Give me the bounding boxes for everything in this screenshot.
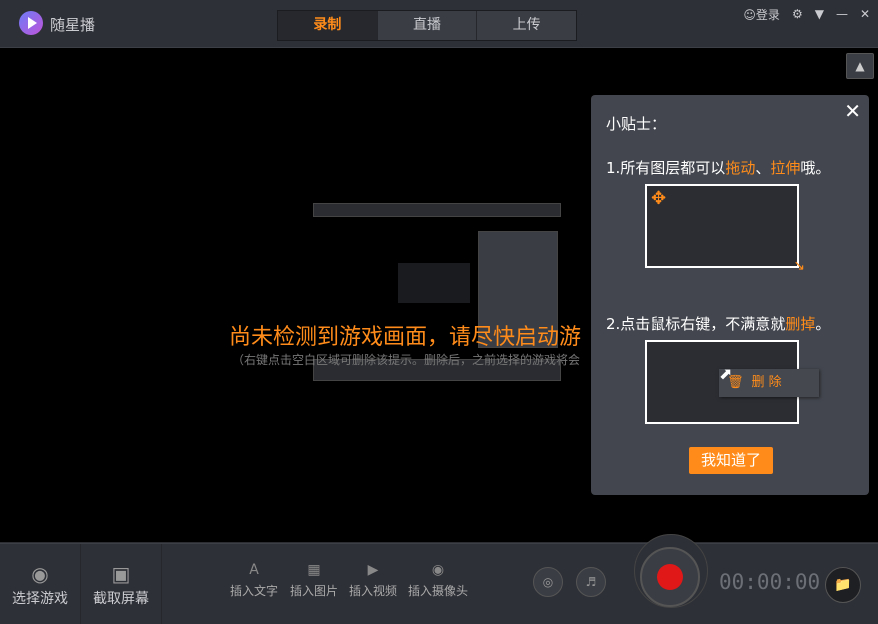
context-menu-delete: 🗑 删 除 [719, 369, 819, 397]
drag-demo-box: ✥ ↘ [645, 184, 805, 274]
divider [161, 544, 162, 624]
delete-demo-box: 🗑 删 除 ⬈ [645, 340, 819, 424]
got-it-button[interactable]: 我知道了 [689, 447, 773, 474]
tips-title: 小贴士： [606, 115, 667, 133]
record-button[interactable] [640, 547, 700, 607]
insert-video-button[interactable]: ▶ 插入视频 [346, 562, 400, 599]
microphone-icon[interactable]: ◎ [533, 567, 563, 597]
preview-thumbnail-window [398, 263, 470, 303]
insert-camera-button[interactable]: ◉ 插入摄像头 [406, 562, 470, 599]
minimize-icon[interactable]: — [836, 7, 848, 21]
app-name: 随星播 [50, 16, 96, 34]
login-button[interactable]: ☺登录 [743, 6, 780, 23]
insert-image-button[interactable]: ▦ 插入图片 [287, 562, 341, 599]
select-game-button[interactable]: ◉ 选择游戏 [0, 544, 80, 624]
close-icon[interactable]: ✕ [860, 7, 870, 21]
capture-screen-button[interactable]: ▣ 截取屏幕 [81, 544, 161, 624]
image-icon: ▦ [307, 562, 321, 578]
speaker-icon[interactable]: ♬ [576, 567, 606, 597]
tips-panel: ✕ 小贴士： 1.所有图层都可以拖动、拉伸哦。 ✥ ↘ 2.点击鼠标右键，不满意… [591, 95, 869, 495]
monitor-icon: ▣ [111, 562, 131, 586]
insert-text-button[interactable]: A 插入文字 [227, 562, 281, 599]
text-icon: A [249, 562, 259, 578]
skin-shirt-icon[interactable]: ▲ [846, 53, 874, 79]
move-icon: ✥ [651, 188, 667, 209]
settings-gear-icon[interactable]: ⚙ [792, 7, 803, 21]
tips-line-1: 1.所有图层都可以拖动、拉伸哦。 [606, 159, 831, 177]
video-camera-icon: ▶ [367, 562, 379, 578]
menu-dropdown-icon[interactable]: ▼ [815, 7, 824, 21]
webcam-icon: ◉ [431, 562, 445, 578]
tips-line-2: 2.点击鼠标右键，不满意就删掉。 [606, 315, 831, 333]
tab-upload[interactable]: 上传 [477, 11, 576, 40]
app-logo-icon [19, 11, 43, 35]
tips-close-icon[interactable]: ✕ [844, 99, 861, 123]
window-controls: ☺登录 ⚙ ▼ — ✕ [731, 5, 870, 23]
mouse-cursor-icon: ⬈ [719, 364, 733, 383]
no-game-subhint: （右键点击空白区域可删除该提示。删除后，之前选择的游戏将会 [232, 353, 581, 367]
record-timer: 00:00:00 [719, 570, 821, 594]
tab-live[interactable]: 直播 [378, 11, 478, 40]
user-icon: ☺ [743, 7, 756, 22]
folder-icon[interactable]: 📁 [825, 567, 861, 603]
resize-icon: ↘ [793, 258, 805, 274]
title-bar: 随星播 录制 直播 上传 ☺登录 ⚙ ▼ — ✕ [0, 0, 878, 48]
tab-record[interactable]: 录制 [278, 11, 378, 40]
no-game-hint: 尚未检测到游戏画面，请尽快启动游 [229, 325, 582, 350]
mode-tabs: 录制 直播 上传 [277, 10, 577, 41]
bottom-toolbar: ◉ 选择游戏 ▣ 截取屏幕 A 插入文字 ▦ 插入图片 ▶ 插入视频 ◉ 插入摄… [0, 534, 878, 624]
gamepad-icon: ◉ [31, 562, 49, 586]
preview-thumbnail-titlebar [313, 203, 561, 217]
